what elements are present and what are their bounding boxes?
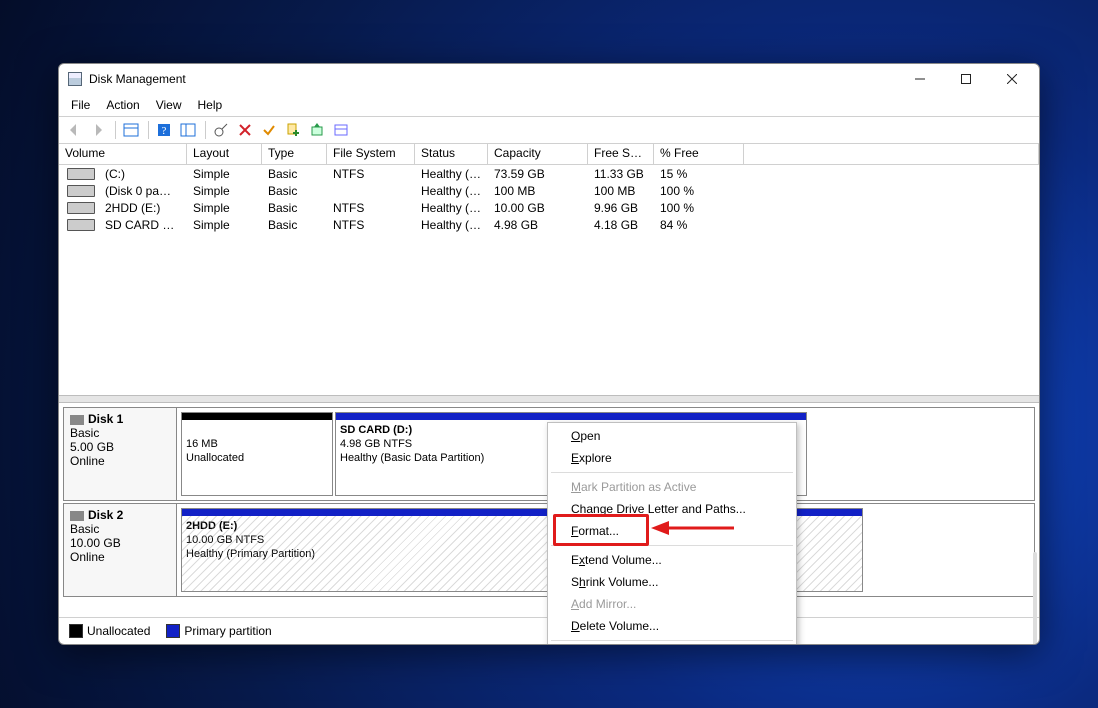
menu-file[interactable]: File (63, 96, 98, 114)
col-filesystem[interactable]: File System (327, 144, 415, 164)
content-container: Volume Layout Type File System Status Ca… (59, 144, 1039, 644)
legend-primary: Primary partition (166, 624, 271, 639)
disk-icon (70, 511, 84, 521)
menu-view[interactable]: View (148, 96, 190, 114)
disk-management-window: Disk Management File Action View Help ? (58, 63, 1040, 645)
disk-label: Disk 2 Basic 10.00 GB Online (64, 504, 177, 596)
maximize-button[interactable] (943, 65, 989, 93)
col-pct[interactable]: % Free (654, 144, 744, 164)
col-empty (744, 144, 1039, 164)
check-icon[interactable] (258, 119, 280, 141)
ctx-separator (551, 545, 793, 546)
disk-icon (70, 415, 84, 425)
settings-list-icon[interactable] (177, 119, 199, 141)
volume-name: (C:) (59, 167, 187, 181)
disk-label: Disk 1 Basic 5.00 GB Online (64, 408, 177, 500)
menu-action[interactable]: Action (98, 96, 147, 114)
ctx-open[interactable]: Open (549, 425, 795, 447)
ctx-separator (551, 472, 793, 473)
svg-text:?: ? (162, 125, 167, 137)
action-icon[interactable] (306, 119, 328, 141)
titlebar[interactable]: Disk Management (59, 64, 1039, 94)
volume-header: Volume Layout Type File System Status Ca… (59, 144, 1039, 165)
properties-icon[interactable] (330, 119, 352, 141)
menubar: File Action View Help (59, 94, 1039, 116)
toolbar-separator (148, 121, 149, 139)
col-volume[interactable]: Volume (59, 144, 187, 164)
delete-icon[interactable] (234, 119, 256, 141)
ctx-shrink[interactable]: Shrink Volume... (549, 571, 795, 593)
col-capacity[interactable]: Capacity (488, 144, 588, 164)
new-icon[interactable] (282, 119, 304, 141)
volume-row[interactable]: (C:) Simple Basic NTFS Healthy (B... 73.… (59, 165, 1039, 182)
close-button[interactable] (989, 65, 1035, 93)
toolbar-separator (205, 121, 206, 139)
back-icon[interactable] (63, 119, 85, 141)
drive-icon (67, 219, 95, 231)
col-free[interactable]: Free Spa... (588, 144, 654, 164)
menu-help[interactable]: Help (190, 96, 231, 114)
col-layout[interactable]: Layout (187, 144, 262, 164)
show-hide-console-icon[interactable] (120, 119, 142, 141)
drive-icon (67, 202, 95, 214)
drive-icon (67, 185, 95, 197)
ctx-delete[interactable]: Delete Volume... (549, 615, 795, 637)
partition-unallocated[interactable]: 16 MB Unallocated (181, 412, 333, 496)
legend-unallocated: Unallocated (69, 624, 150, 639)
refresh-icon[interactable] (210, 119, 232, 141)
ctx-separator (551, 640, 793, 641)
help-icon[interactable]: ? (153, 119, 175, 141)
ctx-extend[interactable]: Extend Volume... (549, 549, 795, 571)
ctx-add-mirror: Add Mirror... (549, 593, 795, 615)
toolbar-separator (115, 121, 116, 139)
volume-list[interactable]: (C:) Simple Basic NTFS Healthy (B... 73.… (59, 165, 1039, 395)
volume-row[interactable]: SD CARD (D:) Simple Basic NTFS Healthy (… (59, 216, 1039, 233)
col-type[interactable]: Type (262, 144, 327, 164)
scrollbar[interactable] (1033, 552, 1037, 645)
window-title: Disk Management (89, 72, 186, 86)
splitter[interactable] (59, 395, 1039, 403)
volume-row[interactable]: (Disk 0 partition 1) Simple Basic Health… (59, 182, 1039, 199)
toolbar: ? (59, 116, 1039, 144)
annotation-arrow (649, 518, 739, 538)
ctx-explore[interactable]: Explore (549, 447, 795, 469)
minimize-button[interactable] (897, 65, 943, 93)
ctx-properties[interactable]: Properties (549, 644, 795, 645)
col-status[interactable]: Status (415, 144, 488, 164)
ctx-mark-active: Mark Partition as Active (549, 476, 795, 498)
app-icon (67, 71, 83, 87)
ctx-change-letter[interactable]: Change Drive Letter and Paths... (549, 498, 795, 520)
volume-row[interactable]: 2HDD (E:) Simple Basic NTFS Healthy (P..… (59, 199, 1039, 216)
drive-icon (67, 168, 95, 180)
forward-icon[interactable] (87, 119, 109, 141)
